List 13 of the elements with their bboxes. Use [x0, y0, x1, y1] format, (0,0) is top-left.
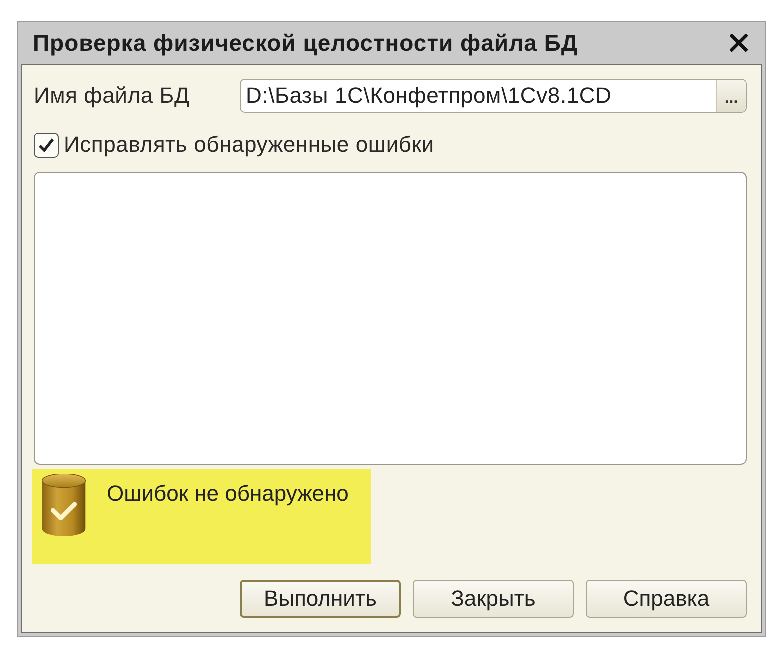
dialog-button[interactable]: Выполнить — [240, 580, 401, 618]
fix-errors-checkbox[interactable] — [34, 132, 59, 158]
close-icon[interactable] — [730, 34, 748, 52]
browse-button[interactable]: ... — [716, 80, 746, 112]
file-name-label: Имя файла БД — [34, 83, 191, 109]
database-check-icon — [42, 474, 86, 537]
window-title: Проверка физической целостности файла БД — [33, 30, 578, 56]
file-path-field[interactable]: D:\Базы 1С\Конфетпром\1Cv8.1CD ... — [240, 79, 747, 113]
status-message: Ошибок не обнаружено — [107, 481, 349, 507]
fix-errors-label[interactable]: Исправлять обнаруженные ошибки — [64, 132, 434, 158]
dialog-button[interactable]: Закрыть — [413, 580, 574, 618]
dialog-button[interactable]: Справка — [586, 580, 747, 618]
file-path-value: D:\Базы 1С\Конфетпром\1Cv8.1CD — [246, 83, 613, 109]
